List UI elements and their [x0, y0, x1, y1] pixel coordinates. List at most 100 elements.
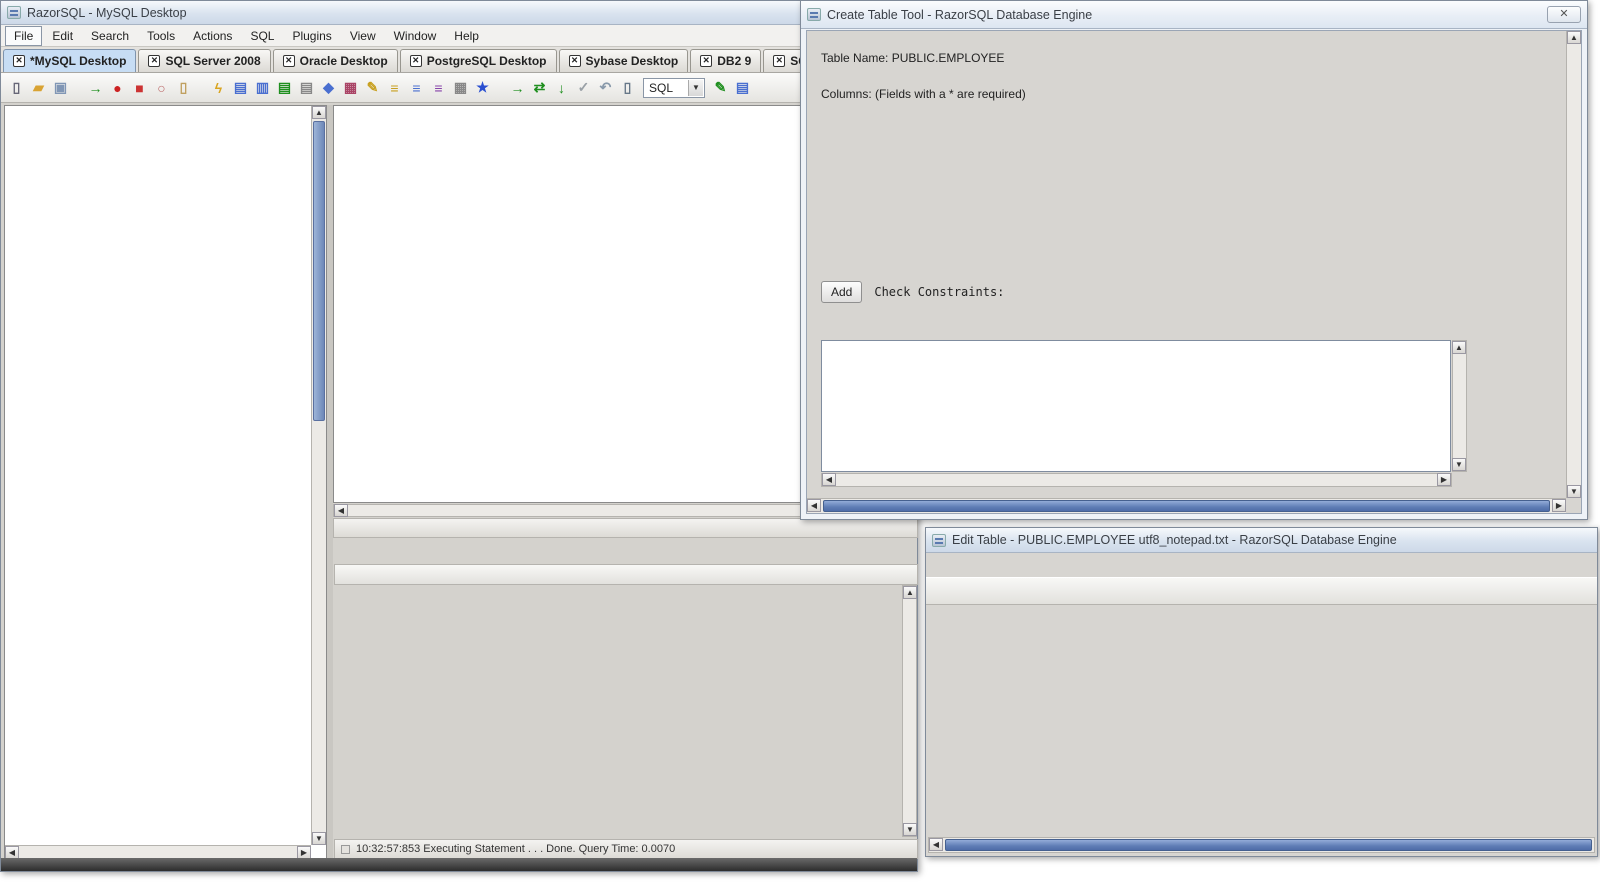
commit-icon[interactable]: ▯	[174, 78, 193, 97]
close-tab-icon[interactable]: ✕	[13, 55, 25, 67]
toolbar-separator	[73, 78, 83, 97]
edit-table-toolbar	[926, 577, 1597, 605]
create-table-dialog: Create Table Tool - RazorSQL Database En…	[800, 0, 1588, 520]
refresh-page-icon[interactable]: ▤	[275, 78, 294, 97]
scroll-right-icon[interactable]: ▶	[1552, 499, 1566, 512]
connection-tab-oracle-desktop[interactable]: ✕ Oracle Desktop	[272, 49, 398, 72]
close-tab-icon[interactable]: ✕	[773, 55, 786, 67]
close-tab-icon[interactable]: ✕	[409, 55, 422, 67]
format-icon[interactable]: ◆	[319, 78, 338, 97]
menu-sql[interactable]: SQL	[242, 27, 282, 45]
close-tab-icon[interactable]: ✕	[700, 55, 713, 67]
close-tab-icon[interactable]: ✕	[148, 55, 161, 67]
sync-icon[interactable]: ⇄	[530, 78, 549, 97]
tab-label: DB2 9	[717, 54, 752, 68]
toolbar-separator	[495, 78, 505, 97]
main-titlebar[interactable]: RazorSQL - MySQL Desktop	[1, 1, 917, 25]
find-icon[interactable]: ▥	[253, 78, 272, 97]
close-icon[interactable]: ✕	[1547, 6, 1581, 23]
menu-file[interactable]: File	[5, 25, 43, 46]
scroll-down-icon[interactable]: ▼	[312, 832, 326, 845]
disconnect-icon[interactable]: ●	[108, 78, 127, 97]
menu-search[interactable]: Search	[83, 27, 137, 45]
add-column-button[interactable]: Add	[821, 281, 863, 303]
tree-horizontal-scrollbar[interactable]: ◀ ▶	[5, 845, 311, 859]
connection-tab-sql-server-2008[interactable]: ✕ SQL Server 2008	[138, 49, 271, 72]
scroll-left-icon[interactable]: ◀	[822, 473, 836, 486]
scroll-left-icon[interactable]: ◀	[807, 499, 821, 512]
menu-actions[interactable]: Actions	[185, 27, 240, 45]
open-icon[interactable]: ▰	[29, 78, 48, 97]
dialog-title: Create Table Tool - RazorSQL Database En…	[827, 7, 1093, 22]
razorsql-logo-icon	[7, 6, 21, 19]
edit-table-scroll-thumb[interactable]	[945, 839, 1592, 851]
new-page-icon[interactable]: ▯	[618, 78, 637, 97]
copy-page-icon[interactable]: ▤	[297, 78, 316, 97]
edit-table-titlebar[interactable]: Edit Table - PUBLIC.EMPLOYEE utf8_notepa…	[926, 528, 1597, 553]
save-icon[interactable]: ▣	[51, 78, 70, 97]
scroll-up-icon[interactable]: ▲	[1567, 31, 1581, 44]
execute-icon[interactable]: ϟ	[209, 78, 228, 97]
edit-table-horizontal-scrollbar[interactable]: ◀	[928, 837, 1595, 853]
scroll-up-icon[interactable]: ▲	[312, 106, 326, 119]
scroll-up-icon[interactable]: ▲	[903, 586, 917, 599]
menu-edit[interactable]: Edit	[44, 27, 81, 45]
sql-vertical-scrollbar[interactable]: ▲ ▼	[1452, 340, 1467, 472]
columns-icon[interactable]: ▦	[341, 78, 360, 97]
scroll-up-icon[interactable]: ▲	[1452, 341, 1466, 354]
connection-tab-postgresql-desktop[interactable]: ✕ PostgreSQL Desktop	[399, 49, 557, 72]
connection-tab-db2-9[interactable]: ✕ DB2 9	[690, 49, 762, 72]
rollback-icon[interactable]: ○	[152, 78, 171, 97]
scroll-left-icon[interactable]: ◀	[334, 504, 348, 517]
generated-sql-textarea[interactable]	[821, 340, 1451, 472]
menu-plugins[interactable]: Plugins	[284, 27, 339, 45]
dialog-vertical-scrollbar[interactable]: ▲ ▼	[1566, 31, 1581, 498]
sql-mode-dropdown[interactable]: SQL ▼	[643, 77, 705, 98]
tab-label: *MySQL Desktop	[30, 54, 127, 68]
tree-scroll-thumb[interactable]	[313, 121, 325, 421]
tools-icon[interactable]: ✎	[711, 78, 730, 97]
menu-view[interactable]: View	[342, 27, 384, 45]
undo-icon[interactable]: ↶	[596, 78, 615, 97]
stop-icon[interactable]: ■	[130, 78, 149, 97]
close-tab-icon[interactable]: ✕	[568, 55, 581, 67]
dialog-horizontal-scrollbar[interactable]: ◀ ▶	[807, 498, 1566, 513]
align-left-icon[interactable]: ≡	[385, 78, 404, 97]
list2-icon[interactable]: ▤	[733, 78, 752, 97]
dialog-titlebar[interactable]: Create Table Tool - RazorSQL Database En…	[801, 1, 1587, 29]
close-tab-icon[interactable]: ✕	[282, 55, 295, 67]
razorsql-logo-icon	[932, 533, 946, 547]
scroll-right-icon[interactable]: ▶	[1437, 473, 1451, 486]
database-tree-panel: ▲ ▼ ◀ ▶	[4, 105, 327, 860]
check-icon[interactable]: ✓	[574, 78, 593, 97]
scroll-down-icon[interactable]: ▼	[1452, 458, 1466, 471]
scroll-down-icon[interactable]: ▼	[903, 823, 917, 836]
connect-icon[interactable]: →	[86, 78, 105, 97]
describe-icon[interactable]: ▤	[231, 78, 250, 97]
menubar: File Edit Search Tools Actions SQL Plugins View…	[1, 25, 917, 47]
database-tree	[5, 106, 311, 845]
menu-help[interactable]: Help	[446, 27, 487, 45]
align-center-icon[interactable]: ≡	[407, 78, 426, 97]
go-icon[interactable]: →	[508, 78, 527, 97]
key-icon[interactable]: ▦	[451, 78, 470, 97]
tree-vertical-scrollbar[interactable]: ▲ ▼	[311, 106, 326, 845]
connection-tab-mysql-desktop[interactable]: ✕ *MySQL Desktop	[3, 49, 137, 72]
menu-window[interactable]: Window	[386, 27, 445, 45]
edit-sql-icon[interactable]: ✎	[363, 78, 382, 97]
connection-tabbar: ✕ *MySQL Desktop ✕ SQL Server 2008 ✕ Oracle D…	[1, 47, 917, 73]
scroll-down-icon[interactable]: ▼	[1567, 485, 1581, 498]
scroll-left-icon[interactable]: ◀	[929, 838, 943, 851]
edit-table-window: Edit Table - PUBLIC.EMPLOYEE utf8_notepa…	[925, 527, 1598, 857]
sql-horizontal-scrollbar[interactable]: ◀ ▶	[821, 473, 1452, 487]
connection-tab-sybase-desktop[interactable]: ✕ Sybase Desktop	[558, 49, 689, 72]
align-right-icon[interactable]: ≡	[429, 78, 448, 97]
favorites-icon[interactable]: ★	[473, 78, 492, 97]
results-vertical-scrollbar[interactable]: ▲ ▼	[902, 585, 917, 837]
dialog-scroll-thumb[interactable]	[823, 500, 1550, 512]
tab-label: SQL Server 2008	[165, 54, 261, 68]
fetch-icon[interactable]: ↓	[552, 78, 571, 97]
chevron-down-icon[interactable]: ▼	[688, 79, 703, 96]
new-file-icon[interactable]: ▯	[7, 78, 26, 97]
menu-tools[interactable]: Tools	[139, 27, 183, 45]
